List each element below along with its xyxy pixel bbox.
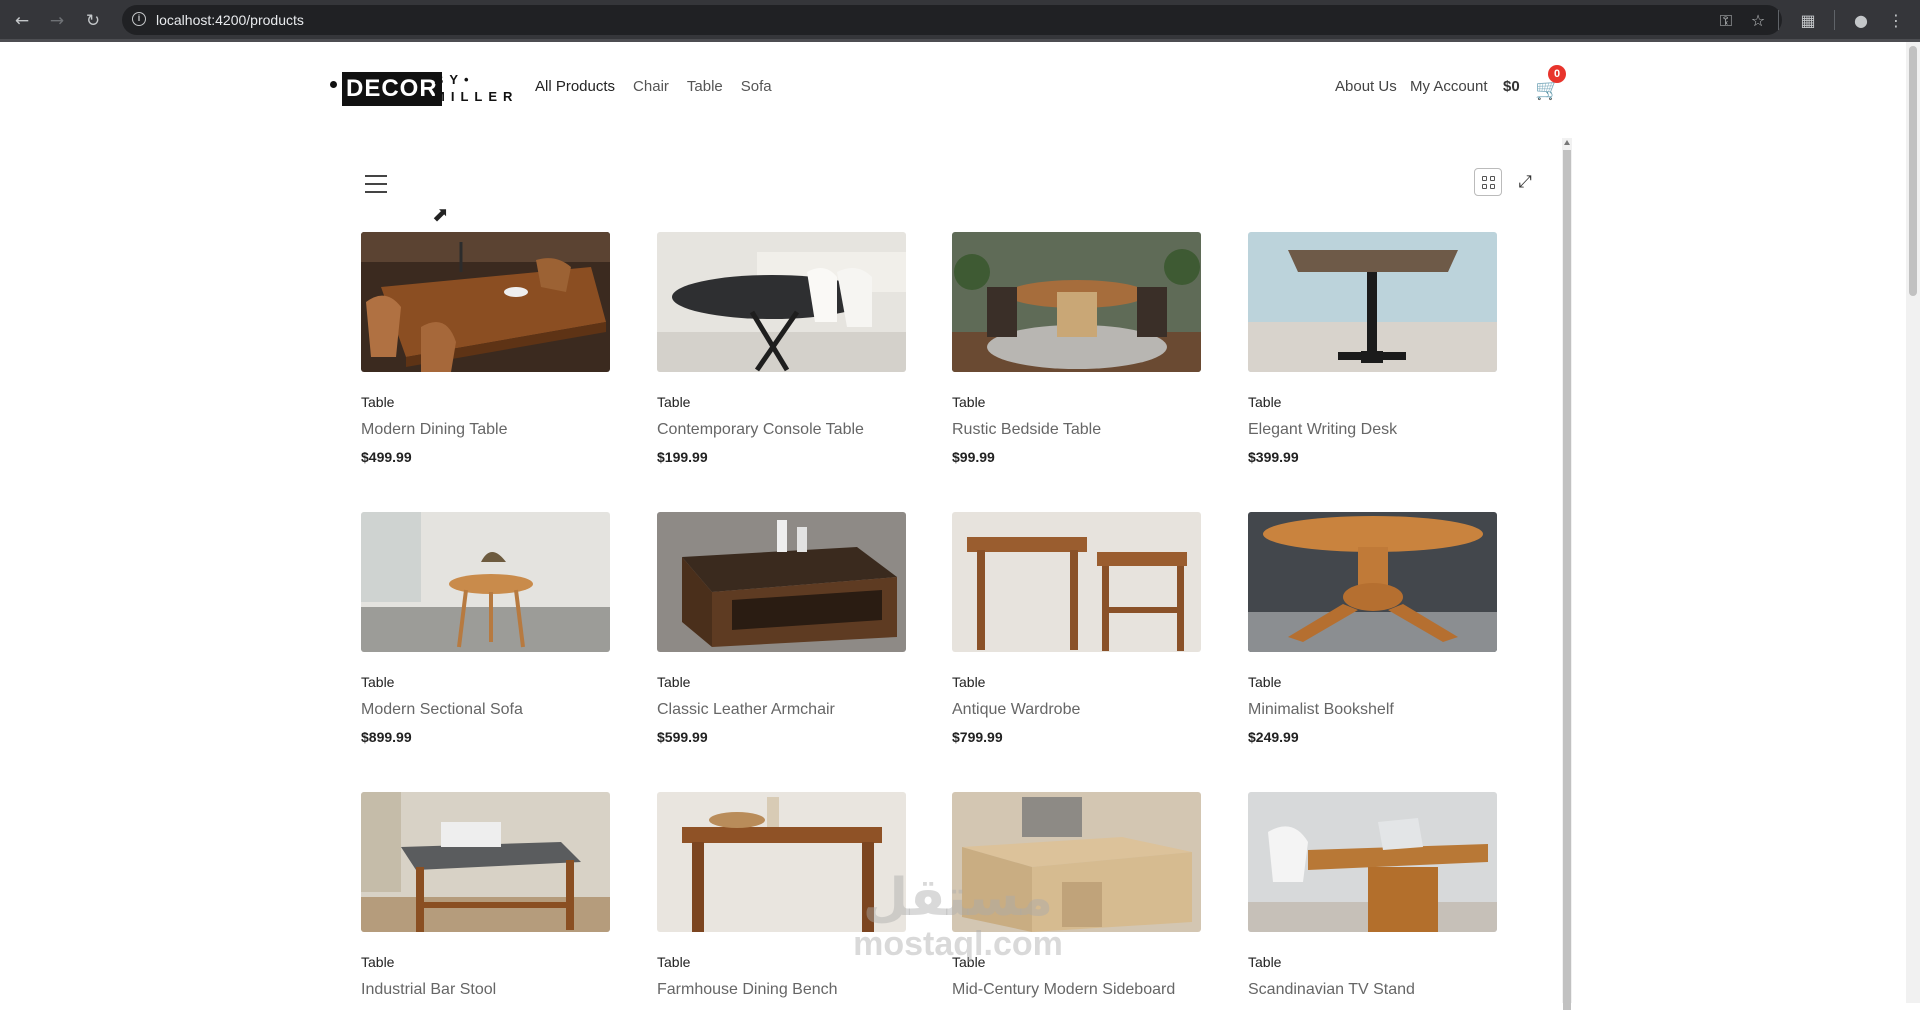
url-text[interactable]: localhost:4200/products xyxy=(156,5,304,35)
product-card[interactable]: Table Farmhouse Dining Bench xyxy=(657,792,906,998)
page-scrollbar[interactable] xyxy=(1906,42,1920,1003)
star-icon[interactable]: ☆ xyxy=(1746,9,1770,33)
product-name[interactable]: Minimalist Bookshelf xyxy=(1248,701,1394,719)
my-account-link[interactable]: My Account xyxy=(1410,78,1488,95)
product-image[interactable] xyxy=(361,232,610,372)
product-image[interactable] xyxy=(361,512,610,652)
grid-view-icon[interactable] xyxy=(1474,168,1502,196)
product-category: Table xyxy=(361,954,395,970)
product-card[interactable]: Table Industrial Bar Stool xyxy=(361,792,610,998)
product-image[interactable] xyxy=(1248,512,1497,652)
product-card[interactable]: Table Modern Dining Table $499.99 xyxy=(361,232,610,465)
about-us-link[interactable]: About Us xyxy=(1335,78,1397,95)
nav-sofa[interactable]: Sofa xyxy=(741,78,772,95)
product-image[interactable] xyxy=(952,792,1201,932)
product-price: $399.99 xyxy=(1248,449,1299,465)
logo-miller: MILLER xyxy=(434,89,519,104)
product-card[interactable]: Table Mid-Century Modern Sideboard xyxy=(952,792,1201,998)
product-name[interactable]: Elegant Writing Desk xyxy=(1248,421,1397,439)
product-category: Table xyxy=(657,674,691,690)
product-name[interactable]: Scandinavian TV Stand xyxy=(1248,981,1415,999)
product-image[interactable] xyxy=(657,512,906,652)
product-name[interactable]: Antique Wardrobe xyxy=(952,701,1080,719)
product-price: $799.99 xyxy=(952,729,1003,745)
scroll-up-icon[interactable] xyxy=(1564,140,1570,145)
product-name[interactable]: Contemporary Console Table xyxy=(657,421,864,439)
product-price: $249.99 xyxy=(1248,729,1299,745)
product-name[interactable]: Modern Sectional Sofa xyxy=(361,701,523,719)
product-category: Table xyxy=(361,674,395,690)
product-name[interactable]: Classic Leather Armchair xyxy=(657,701,835,719)
logo-decor: DECOR xyxy=(342,72,442,106)
panel-scrollbar[interactable] xyxy=(1562,138,1572,1010)
nav-chair[interactable]: Chair xyxy=(633,78,669,95)
product-name[interactable]: Industrial Bar Stool xyxy=(361,981,496,999)
product-image[interactable] xyxy=(361,792,610,932)
menu-dots-icon[interactable]: ⋮ xyxy=(1884,9,1908,33)
product-category: Table xyxy=(952,394,986,410)
forward-icon[interactable]: → xyxy=(45,9,69,33)
product-card[interactable]: Table Elegant Writing Desk $399.99 xyxy=(1248,232,1497,465)
mouse-cursor-icon: ⬈ xyxy=(432,202,449,226)
product-price: $499.99 xyxy=(361,449,412,465)
product-card[interactable]: Table Modern Sectional Sofa $899.99 xyxy=(361,512,610,745)
key-icon[interactable]: ⚿ xyxy=(1714,9,1738,33)
browser-toolbar: ← → ↻ i localhost:4200/products ⚿ ☆ ▦ ● … xyxy=(0,0,1920,42)
product-image[interactable] xyxy=(1248,792,1497,932)
product-card[interactable]: Table Rustic Bedside Table $99.99 xyxy=(952,232,1201,465)
nav-all-products[interactable]: All Products xyxy=(535,78,615,95)
product-price: $99.99 xyxy=(952,449,995,465)
cart-count-badge: 0 xyxy=(1548,65,1566,83)
filter-menu-icon[interactable] xyxy=(365,175,387,193)
product-card[interactable]: Table Antique Wardrobe $799.99 xyxy=(952,512,1201,745)
product-card[interactable]: Table Classic Leather Armchair $599.99 xyxy=(657,512,906,745)
product-category: Table xyxy=(657,394,691,410)
nav-table[interactable]: Table xyxy=(687,78,723,95)
product-category: Table xyxy=(657,954,691,970)
profile-icon[interactable]: ● xyxy=(1849,9,1873,33)
product-price: $599.99 xyxy=(657,729,708,745)
product-category: Table xyxy=(361,394,395,410)
product-category: Table xyxy=(1248,394,1282,410)
fullscreen-icon[interactable]: ⤢ xyxy=(1515,172,1535,192)
category-nav: All Products Chair Table Sofa xyxy=(535,78,772,95)
reload-icon[interactable]: ↻ xyxy=(81,9,105,33)
product-card[interactable]: Table Minimalist Bookshelf $249.99 xyxy=(1248,512,1497,745)
tab-divider xyxy=(0,39,1920,42)
product-card[interactable]: Table Contemporary Console Table $199.99 xyxy=(657,232,906,465)
product-card[interactable]: Table Scandinavian TV Stand xyxy=(1248,792,1497,998)
cart-total: $0 xyxy=(1503,78,1520,95)
product-image[interactable] xyxy=(657,792,906,932)
product-category: Table xyxy=(952,674,986,690)
product-image[interactable] xyxy=(657,232,906,372)
address-bar[interactable]: i localhost:4200/products xyxy=(122,5,1782,35)
product-category: Table xyxy=(952,954,986,970)
logo-by: BY• xyxy=(434,72,475,87)
product-image[interactable] xyxy=(952,232,1201,372)
product-name[interactable]: Mid-Century Modern Sideboard xyxy=(952,981,1175,999)
site-info-icon[interactable]: i xyxy=(132,12,146,26)
product-name[interactable]: Rustic Bedside Table xyxy=(952,421,1101,439)
product-price: $899.99 xyxy=(361,729,412,745)
product-category: Table xyxy=(1248,954,1282,970)
product-name[interactable]: Modern Dining Table xyxy=(361,421,507,439)
product-image[interactable] xyxy=(1248,232,1497,372)
back-icon[interactable]: ← xyxy=(10,9,34,33)
extensions-icon[interactable]: ▦ xyxy=(1796,9,1820,33)
product-name[interactable]: Farmhouse Dining Bench xyxy=(657,981,838,999)
product-category: Table xyxy=(1248,674,1282,690)
product-image[interactable] xyxy=(952,512,1201,652)
product-price: $199.99 xyxy=(657,449,708,465)
